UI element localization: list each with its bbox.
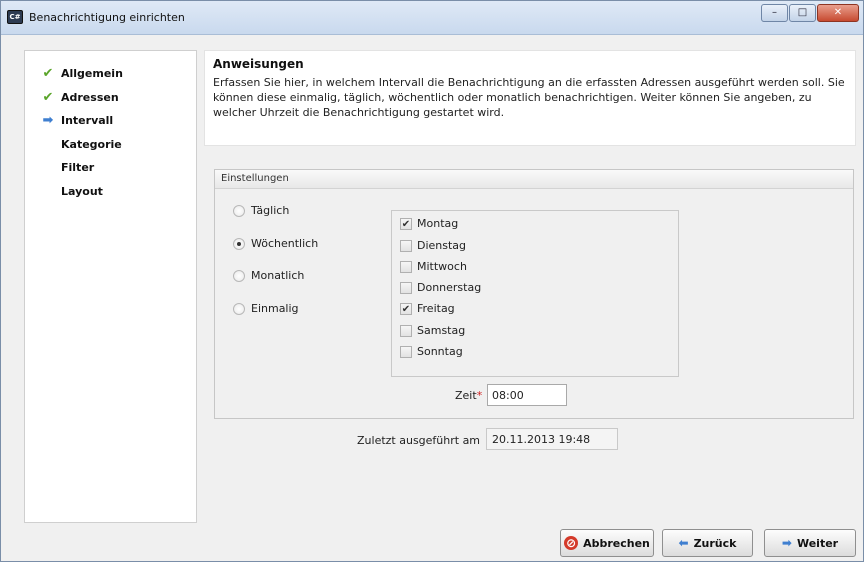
arrow-left-icon: ⬅	[678, 536, 689, 550]
radio-einmalig[interactable]: Einmalig	[233, 302, 299, 315]
maximize-button[interactable]: □	[789, 4, 816, 22]
checkbox[interactable]	[400, 260, 412, 273]
check-icon: ✔	[42, 65, 54, 81]
required-marker: *	[476, 389, 483, 402]
instructions-text: Erfassen Sie hier, in welchem Intervall …	[213, 76, 845, 119]
radio-button[interactable]	[233, 237, 245, 250]
day-freitag[interactable]: ✔ Freitag	[400, 302, 455, 315]
dialog-window: C# Benachrichtigung einrichten – □ ✕ ✔ A…	[0, 0, 864, 562]
instructions-panel: Anweisungen Erfassen Sie hier, in welche…	[204, 50, 856, 146]
checkbox[interactable]: ✔	[400, 302, 412, 315]
day-donnerstag[interactable]: Donnerstag	[400, 281, 481, 294]
arrow-right-icon: ➡	[42, 112, 54, 128]
day-label: Sonntag	[417, 345, 463, 358]
wizard-step-list: ✔ Allgemein ✔ Adressen ➡ Intervall Kateg…	[24, 50, 197, 523]
day-label: Dienstag	[417, 239, 467, 252]
time-input[interactable]	[487, 384, 567, 406]
day-mittwoch[interactable]: Mittwoch	[400, 260, 467, 273]
step-item-allgemein[interactable]: ✔ Allgemein	[25, 63, 123, 83]
next-button[interactable]: ➡ Weiter	[764, 529, 856, 557]
close-icon: ✕	[833, 7, 843, 18]
app-icon: C#	[7, 10, 23, 24]
day-montag[interactable]: ✔ Montag	[400, 217, 458, 230]
step-item-filter[interactable]: Filter	[25, 157, 94, 177]
checkbox[interactable]	[400, 345, 412, 358]
checkbox[interactable]: ✔	[400, 217, 412, 230]
day-label: Freitag	[417, 302, 455, 315]
radio-button[interactable]	[233, 302, 245, 315]
maximize-icon: □	[797, 7, 808, 18]
last-run-label: Zuletzt ausgeführt am	[357, 434, 481, 447]
radio-label: Wöchentlich	[251, 237, 319, 250]
settings-group-header: Einstellungen	[215, 170, 853, 189]
last-run-field	[486, 428, 618, 450]
day-label: Mittwoch	[417, 260, 467, 273]
next-button-label: Weiter	[796, 536, 839, 550]
step-item-layout[interactable]: Layout	[25, 181, 103, 201]
radio-label: Monatlich	[251, 269, 305, 282]
cancel-button-label: Abbrechen	[583, 536, 650, 550]
cancel-button[interactable]: ⊘ Abbrechen	[560, 529, 654, 557]
day-samstag[interactable]: Samstag	[400, 324, 465, 337]
day-sonntag[interactable]: Sonntag	[400, 345, 463, 358]
step-label: Layout	[61, 184, 103, 198]
radio-button[interactable]	[233, 269, 245, 282]
window-controls: – □ ✕	[761, 4, 859, 22]
minimize-button[interactable]: –	[761, 4, 788, 22]
day-dienstag[interactable]: Dienstag	[400, 239, 466, 252]
radio-taeglich[interactable]: Täglich	[233, 204, 289, 217]
step-label: Filter	[61, 160, 95, 174]
step-item-adressen[interactable]: ✔ Adressen	[25, 87, 119, 107]
day-label: Samstag	[417, 324, 466, 337]
radio-label: Einmalig	[251, 302, 299, 315]
settings-group: Einstellungen Täglich Wöchentlich Monatl…	[214, 169, 854, 419]
check-icon: ✔	[42, 89, 54, 105]
cancel-icon: ⊘	[564, 536, 579, 550]
minimize-icon: –	[772, 7, 777, 18]
title-bar: C# Benachrichtigung einrichten – □ ✕	[1, 1, 863, 35]
arrow-right-icon: ➡	[781, 536, 792, 550]
time-label: Zeit*	[455, 389, 483, 402]
back-button-label: Zurück	[693, 536, 737, 550]
checkbox[interactable]	[400, 239, 412, 252]
step-label: Kategorie	[61, 137, 122, 151]
radio-woechentlich[interactable]: Wöchentlich	[233, 237, 318, 250]
weekday-list: ✔ Montag Dienstag Mittwoch Donnerstag ✔ …	[391, 210, 679, 377]
step-label: Adressen	[61, 90, 119, 104]
back-button[interactable]: ⬅ Zurück	[662, 529, 753, 557]
instructions-title: Anweisungen	[213, 57, 304, 71]
settings-group-title: Einstellungen	[221, 173, 289, 184]
checkbox[interactable]	[400, 281, 412, 294]
checkbox[interactable]	[400, 324, 412, 337]
window-title: Benachrichtigung einrichten	[29, 11, 185, 24]
radio-label: Täglich	[251, 204, 290, 217]
radio-monatlich[interactable]: Monatlich	[233, 269, 304, 282]
step-item-kategorie[interactable]: Kategorie	[25, 134, 122, 154]
close-button[interactable]: ✕	[817, 4, 859, 22]
step-item-intervall[interactable]: ➡ Intervall	[25, 110, 114, 130]
radio-button[interactable]	[233, 204, 245, 217]
step-label: Allgemein	[61, 66, 123, 80]
step-label: Intervall	[61, 113, 114, 127]
day-label: Montag	[417, 217, 459, 230]
day-label: Donnerstag	[417, 281, 482, 294]
